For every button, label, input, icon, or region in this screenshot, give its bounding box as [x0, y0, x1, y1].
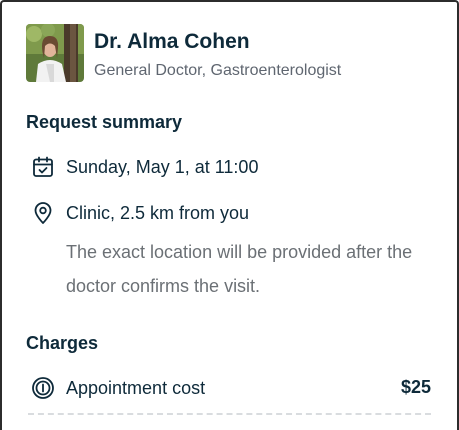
- doctor-name: Dr. Alma Cohen: [94, 30, 250, 53]
- doctor-portrait-image: [26, 24, 84, 82]
- appointment-date-row: Sunday, May 1, at 11:00: [30, 154, 258, 180]
- charge-row-appointment-cost: Appointment cost: [30, 375, 205, 401]
- appointment-date-text: Sunday, May 1, at 11:00: [66, 157, 259, 177]
- doctor-header: Dr. Alma Cohen General Doctor, Gastroent…: [26, 24, 341, 82]
- appointment-location-text: Clinic, 2.5 km from you: [66, 203, 250, 223]
- location-note: The exact location will be provided afte…: [66, 242, 413, 296]
- doctor-info: Dr. Alma Cohen General Doctor, Gastroent…: [94, 24, 341, 82]
- appointment-location-row: Clinic, 2.5 km from you: [30, 200, 249, 226]
- avatar: [26, 24, 84, 82]
- location-pin-icon: [30, 200, 56, 226]
- charges-title: Charges: [26, 333, 99, 353]
- dashed-divider: [28, 413, 431, 415]
- charge-amount: $25: [400, 377, 431, 397]
- request-summary-title: Request summary: [26, 112, 183, 132]
- doctor-specialty: General Doctor, Gastroenterologist: [94, 62, 342, 79]
- calendar-check-icon: [30, 154, 56, 180]
- request-summary-card: Dr. Alma Cohen General Doctor, Gastroent…: [0, 0, 459, 430]
- coin-icon: [30, 375, 56, 401]
- charge-label: Appointment cost: [66, 378, 206, 398]
